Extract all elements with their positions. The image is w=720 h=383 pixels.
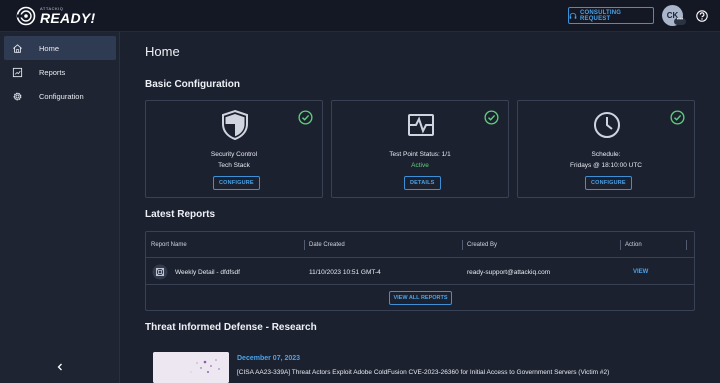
view-all-reports-button[interactable]: VIEW ALL REPORTS — [389, 291, 452, 305]
table-row[interactable]: Weekly Detail - dfdfsdf 11/10/2023 10:51… — [146, 259, 694, 285]
reports-icon — [12, 67, 23, 77]
column-header-report-name[interactable]: Report Name — [151, 232, 187, 258]
view-report-link[interactable]: VIEW — [633, 259, 648, 285]
card-label: Test Point Status: 1/1 — [389, 151, 451, 158]
card-label: Security Control — [210, 151, 258, 158]
sidebar-item-reports[interactable]: Reports — [4, 60, 116, 84]
help-icon[interactable] — [696, 10, 708, 22]
check-circle-icon — [670, 110, 685, 125]
sidebar: Home Reports Configuration — [0, 32, 120, 383]
test-point-card: Test Point Status: 1/1 Active DETAILS — [331, 100, 509, 198]
test-point-status: Active — [411, 162, 429, 169]
column-header-created-by[interactable]: Created By — [467, 232, 497, 258]
research-thumbnail[interactable] — [153, 352, 229, 383]
report-name: Weekly Detail - dfdfsdf — [175, 268, 240, 276]
top-bar: ATTACKIQ READY! CONSULTING REQUEST CK ••… — [0, 0, 720, 32]
column-divider — [462, 240, 463, 250]
sidebar-item-label: Configuration — [39, 91, 84, 101]
configure-schedule-button[interactable]: CONFIGURE — [585, 176, 632, 190]
page-title: Home — [145, 44, 180, 59]
column-divider — [620, 240, 621, 250]
test-point-icon — [408, 114, 434, 136]
table-header: Report Name Date Created Created By Acti… — [146, 232, 694, 258]
home-icon — [13, 43, 22, 53]
report-type-icon — [152, 264, 168, 280]
card-value: Fridays @ 18:10:00 UTC — [570, 162, 642, 169]
logo-mark-icon — [16, 6, 36, 26]
research-date: December 07, 2023 — [237, 355, 301, 362]
research-thumbnail-image — [153, 352, 229, 383]
research-article-link[interactable]: [CISA AA23-339A] Threat Actors Exploit A… — [237, 369, 609, 376]
logo-text: READY! — [40, 10, 96, 26]
check-circle-icon — [298, 110, 313, 125]
report-created-by: ready-support@attackiq.com — [467, 268, 551, 276]
headset-icon — [569, 12, 577, 19]
column-header-date-created[interactable]: Date Created — [309, 232, 345, 258]
sidebar-item-label: Home — [39, 43, 60, 53]
card-label: Schedule: — [591, 151, 621, 158]
report-date: 11/10/2023 10:51 GMT-4 — [309, 268, 381, 276]
basic-configuration-heading: Basic Configuration — [145, 79, 241, 90]
schedule-card: Schedule: Fridays @ 18:10:00 UTC CONFIGU… — [517, 100, 695, 198]
column-divider — [686, 240, 687, 250]
check-circle-icon — [484, 110, 499, 125]
consulting-request-label: CONSULTING REQUEST — [579, 9, 622, 22]
research-heading: Threat Informed Defense - Research — [145, 322, 317, 333]
gear-icon — [13, 92, 22, 100]
column-header-action[interactable]: Action — [625, 232, 642, 258]
reports-table: Report Name Date Created Created By Acti… — [145, 231, 695, 311]
chevron-left-icon[interactable] — [55, 362, 65, 372]
details-button[interactable]: DETAILS — [404, 176, 441, 190]
column-divider — [304, 240, 305, 250]
configure-tech-stack-button[interactable]: CONFIGURE — [213, 176, 260, 190]
clock-icon — [594, 112, 620, 138]
latest-reports-heading: Latest Reports — [145, 209, 216, 220]
card-value: Tech Stack — [218, 162, 250, 169]
sidebar-item-home[interactable]: Home — [4, 36, 116, 60]
main-content: Home Basic Configuration Security Contro… — [120, 32, 720, 383]
shield-icon — [222, 109, 248, 141]
consulting-request-button[interactable]: CONSULTING REQUEST — [568, 7, 654, 24]
sidebar-item-configuration[interactable]: Configuration — [4, 84, 116, 108]
app-logo[interactable]: ATTACKIQ READY! — [16, 4, 95, 28]
security-control-card: Security Control Tech Stack CONFIGURE — [145, 100, 323, 198]
sidebar-item-label: Reports — [39, 67, 66, 77]
avatar-more-badge[interactable]: ••• — [674, 17, 686, 25]
